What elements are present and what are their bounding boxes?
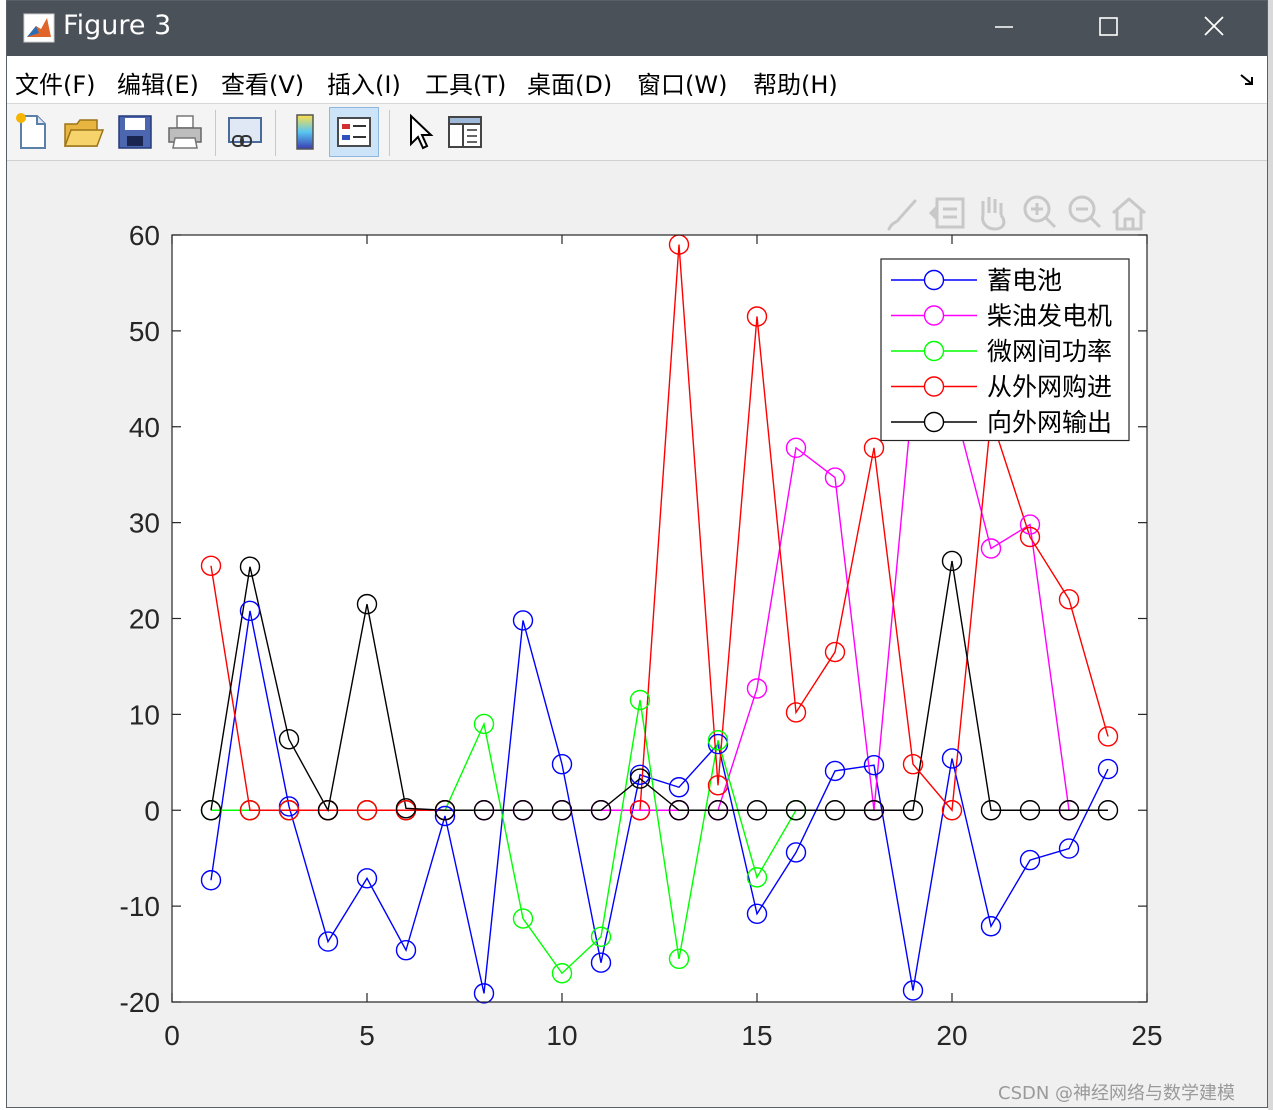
y-tick-label: -20 [120, 987, 160, 1018]
y-tick-label: 30 [129, 508, 160, 539]
figure-window: Figure 3 文件(F) 编辑(E) 查看(V) 插入(I) 工具(T) 桌… [6, 0, 1268, 1108]
y-tick-label: 60 [129, 220, 160, 251]
legend-label: 向外网输出 [987, 408, 1112, 437]
legend-swatch-marker [923, 340, 945, 362]
x-tick-label: 0 [164, 1020, 180, 1051]
legend-swatch-marker [923, 305, 945, 326]
y-tick-label: -10 [120, 891, 160, 922]
y-tick-label: 0 [144, 795, 160, 826]
legend-label: 微网间功率 [987, 337, 1112, 366]
legend-swatch-marker [923, 269, 945, 291]
x-tick-label: 25 [1131, 1020, 1162, 1051]
y-tick-label: 50 [129, 316, 160, 347]
legend-label: 柴油发电机 [987, 302, 1112, 331]
legend-swatch-marker [923, 411, 945, 433]
y-tick-label: 10 [129, 699, 160, 730]
x-tick-label: 20 [936, 1020, 967, 1051]
legend-label: 蓄电池 [987, 266, 1062, 295]
x-tick-label: 10 [546, 1020, 577, 1051]
y-tick-label: 20 [129, 604, 160, 635]
watermark: CSDN @神经网络与数学建模 [998, 1083, 1236, 1104]
y-tick-label: 40 [129, 412, 160, 443]
legend[interactable]: 蓄电池柴油发电机微网间功率从外网购进向外网输出 [880, 258, 1130, 442]
axes[interactable]: 0 5 10 15 20 25 -20 -10 0 10 20 30 40 50 60 蓄电池柴油发电机微网… [120, 220, 1163, 1051]
x-tick-label: 5 [359, 1020, 375, 1051]
plot-svg: 0 5 10 15 20 25 -20 -10 0 10 20 30 40 50 60 蓄电池柴油发电机微网… [120, 220, 1163, 1051]
background-window-edge [1268, 0, 1273, 1110]
x-tick-label: 15 [741, 1020, 772, 1051]
legend-swatch-marker [923, 376, 945, 397]
legend-label: 从外网购进 [987, 373, 1112, 402]
